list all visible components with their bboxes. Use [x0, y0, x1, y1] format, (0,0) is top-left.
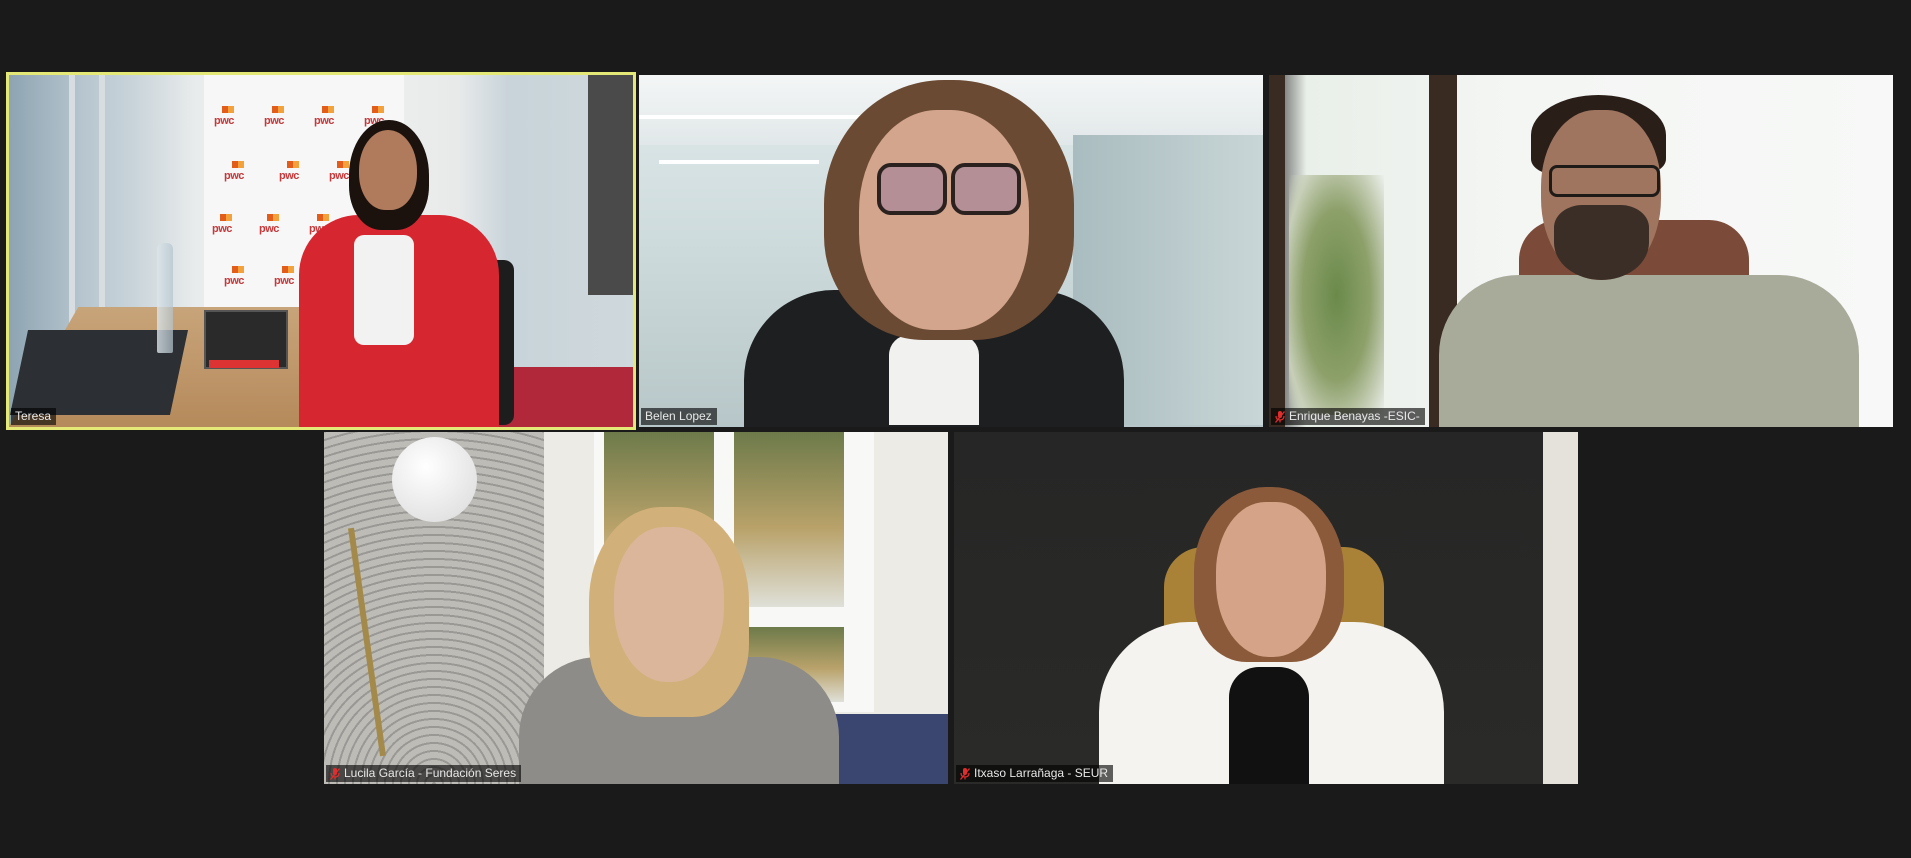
pwc-logo: pwc — [259, 214, 279, 235]
video-gallery: pwc pwc pwc pwc pwc pwc pwc pwc pwc pwc … — [0, 0, 1911, 858]
microphone-muted-icon — [959, 767, 971, 780]
participant-name: Enrique Benayas -ESIC- — [1289, 409, 1420, 423]
video-feed — [324, 432, 948, 784]
video-feed — [1269, 75, 1893, 427]
participant-name: Belen Lopez — [645, 409, 712, 423]
participant-name: Teresa — [15, 409, 52, 423]
participant-name: Lucila García - Fundación Seres — [344, 766, 517, 780]
participant-name: Itxaso Larrañaga - SEUR — [974, 766, 1109, 780]
pwc-logo: pwc — [264, 106, 284, 127]
pwc-logo: pwc — [274, 266, 294, 287]
microphone-muted-icon — [1274, 410, 1286, 423]
video-feed — [639, 75, 1263, 427]
video-tile-enrique-benayas[interactable]: Enrique Benayas -ESIC- — [1269, 75, 1893, 427]
video-tile-lucila-garcia[interactable]: Lucila García - Fundación Seres — [324, 432, 948, 784]
video-tile-itxaso-larranaga[interactable]: Itxaso Larrañaga - SEUR — [954, 432, 1578, 784]
pwc-logo: pwc — [214, 106, 234, 127]
video-tile-belen-lopez[interactable]: Belen Lopez — [639, 75, 1263, 427]
video-tile-teresa[interactable]: pwc pwc pwc pwc pwc pwc pwc pwc pwc pwc … — [6, 72, 636, 430]
pwc-logo: pwc — [224, 266, 244, 287]
pwc-logo: pwc — [329, 161, 349, 182]
participant-name-tag: Teresa — [11, 408, 57, 425]
participant-name-tag: Itxaso Larrañaga - SEUR — [956, 765, 1114, 782]
participant-name-tag: Belen Lopez — [641, 408, 717, 425]
participant-name-tag: Lucila García - Fundación Seres — [326, 765, 522, 782]
video-feed: pwc pwc pwc pwc pwc pwc pwc pwc pwc pwc … — [9, 75, 633, 427]
pwc-logo: pwc — [314, 106, 334, 127]
participant-name-tag: Enrique Benayas -ESIC- — [1271, 408, 1425, 425]
pwc-logo: pwc — [212, 214, 232, 235]
pwc-logo: pwc — [224, 161, 244, 182]
microphone-muted-icon — [329, 767, 341, 780]
video-feed — [954, 432, 1578, 784]
pwc-logo: pwc — [279, 161, 299, 182]
